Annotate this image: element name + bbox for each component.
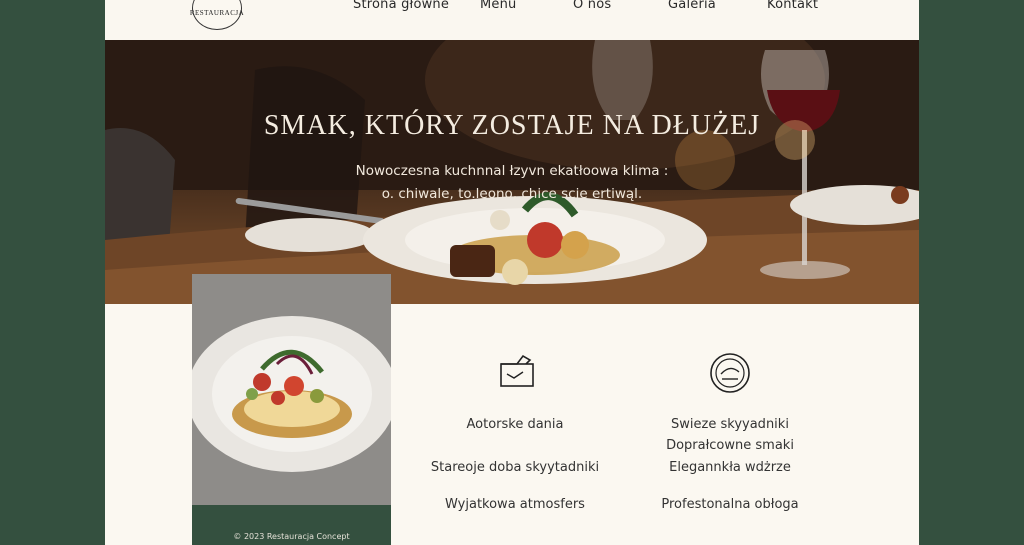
nav-gallery[interactable]: Galeria (668, 0, 716, 12)
nav-about[interactable]: O nos (573, 0, 611, 12)
hero-subtitle-line-2: o. chiwale, to.leono, chice scie ertiwąl… (381, 186, 643, 202)
nav-menu[interactable]: Menu (480, 0, 517, 12)
logo-text: RESTAURACJA (189, 9, 245, 17)
nav-home[interactable]: Strona główne (353, 0, 449, 12)
dish-image (192, 274, 391, 505)
hero-title: SMAK, KTÓRY ZOSTAJE NA DŁUŻEJ (263, 110, 761, 141)
feature-signature-dishes: Aotorske dania (466, 417, 564, 432)
hero-banner: SMAK, KTÓRY ZOSTAJE NA DŁUŻEJ Nowoczesna… (105, 40, 919, 304)
footer-box: © 2023 Restauracja Concept (192, 505, 391, 545)
feature-atmosphere: Wyjatkowa atmosfers (445, 497, 585, 512)
feature-fresh-ingredients: Swieze skyyadniki (671, 417, 789, 432)
nav-contact[interactable]: Kontakt (767, 0, 818, 12)
feature-professional-service: Profestonalna obłoga (661, 497, 799, 512)
hero-subtitle: Nowoczesna kuchnnal łzyvn ekatłoowa klim… (285, 160, 739, 206)
dish-photo (192, 274, 391, 505)
plate-icon (500, 354, 534, 387)
site-header: RESTAURACJA Strona główne Menu O nos Gal… (105, 0, 919, 40)
copyright-text: © 2023 Restauracja Concept (233, 532, 350, 541)
feature-elegant-interior: Elegannkła wdżrze (669, 460, 791, 475)
logo[interactable]: RESTAURACJA (189, 0, 245, 30)
hero-subtitle-line-1: Nowoczesna kuchnnal łzyvn ekatłoowa klim… (355, 163, 669, 179)
feature-quality-ingredients: Stareoje doba skyytadniki (430, 460, 600, 475)
chef-plate-icon (710, 353, 750, 393)
page: RESTAURACJA Strona główne Menu O nos Gal… (105, 0, 919, 545)
feature-refined-flavors: Doprałcowne smaki (666, 438, 794, 453)
